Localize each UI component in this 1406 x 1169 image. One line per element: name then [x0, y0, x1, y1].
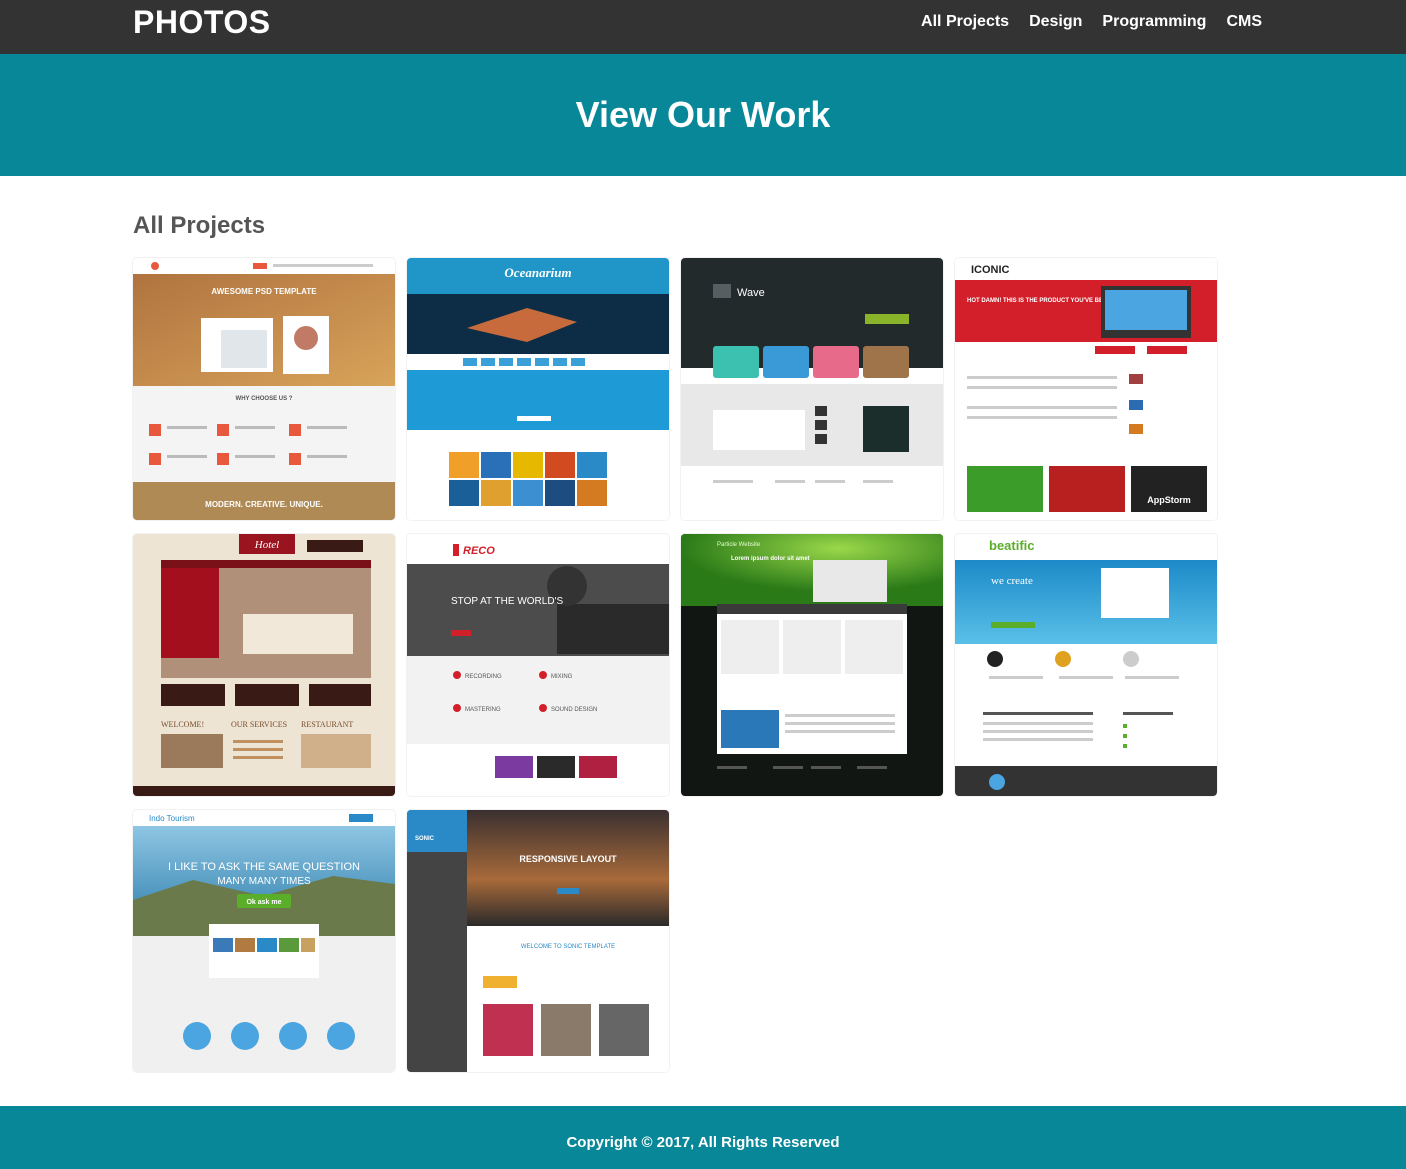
project-thumbnail-4[interactable]: ICONIC HOT DAMN! THIS IS THE PRODUCT YOU…: [955, 258, 1217, 520]
project-6-title: RECO: [463, 545, 495, 557]
project-1-subtitle: MODERN. CREATIVE. UNIQUE.: [205, 500, 323, 509]
hero-banner: View Our Work: [0, 54, 1406, 176]
project-3-title: Wave: [737, 287, 765, 299]
nav-link-all-projects[interactable]: All Projects: [921, 13, 1009, 31]
hero-title: View Our Work: [575, 94, 831, 135]
page-footer: Copyright © 2017, All Rights Reserved: [0, 1106, 1406, 1169]
project-5-section-3: RESTAURANT: [301, 720, 353, 729]
project-8-headline: we create: [991, 575, 1033, 587]
project-thumbnail-7[interactable]: Particle Website Lorem ipsum dolor sit a…: [681, 534, 943, 796]
project-10-subline: WELCOME TO SONIC TEMPLATE: [521, 944, 615, 950]
project-6-headline: STOP AT THE WORLD'S: [451, 596, 563, 607]
project-1-mid: WHY CHOOSE US ?: [236, 396, 293, 402]
project-thumbnail-5[interactable]: Hotel WELCOME! OUR SERVICES RESTAURANT: [133, 534, 395, 796]
project-9-title: Indo Tourism: [149, 814, 195, 823]
project-8-title: beatific: [989, 538, 1035, 553]
project-thumbnail-1[interactable]: AWESOME PSD TEMPLATE WHY CHOOSE US ? MOD…: [133, 258, 395, 520]
nav-link-cms[interactable]: CMS: [1226, 13, 1262, 31]
project-5-section-1: WELCOME!: [161, 720, 204, 729]
project-10-title: SONIC: [415, 836, 435, 842]
project-thumbnail-2[interactable]: Oceanarium: [407, 258, 669, 520]
project-6-item-1: RECORDING: [465, 674, 502, 680]
project-5-section-2: OUR SERVICES: [231, 720, 287, 729]
project-9-headline: I LIKE TO ASK THE SAME QUESTION: [168, 861, 360, 873]
project-thumbnail-3[interactable]: Wave: [681, 258, 943, 520]
top-navbar: PHOTOS All Projects Design Programming C…: [0, 0, 1406, 54]
project-6-item-4: SOUND DESIGN: [551, 707, 597, 713]
project-6-item-3: MASTERING: [465, 707, 501, 713]
project-5-title: Hotel: [254, 539, 279, 551]
project-4-title: ICONIC: [971, 264, 1010, 276]
project-1-title: AWESOME PSD TEMPLATE: [211, 287, 317, 296]
section-title: All Projects: [133, 212, 266, 239]
project-10-headline: RESPONSIVE LAYOUT: [519, 854, 617, 864]
project-6-item-2: MIXING: [551, 674, 573, 680]
project-4-brand: AppStorm: [1147, 495, 1191, 505]
nav-link-design[interactable]: Design: [1029, 13, 1082, 31]
main-nav: All Projects Design Programming CMS: [921, 13, 1262, 31]
site-logo[interactable]: PHOTOS: [133, 4, 271, 41]
project-thumbnail-8[interactable]: beatific we create: [955, 534, 1217, 796]
project-thumbnail-10[interactable]: SONIC RESPONSIVE LAYOUT WELCOME TO SONIC…: [407, 810, 669, 1072]
project-9-button: Ok ask me: [246, 899, 281, 906]
project-7-title: Particle Website: [717, 542, 761, 548]
project-7-headline: Lorem ipsum dolor sit amet: [731, 556, 810, 562]
footer-copyright: Copyright © 2017, All Rights Reserved: [566, 1134, 840, 1151]
nav-link-programming[interactable]: Programming: [1102, 13, 1206, 31]
project-9-subline: MANY MANY TIMES: [217, 876, 311, 887]
project-thumbnail-6[interactable]: RECO STOP AT THE WORLD'S RECORDING MIXIN…: [407, 534, 669, 796]
project-2-title: Oceanarium: [504, 265, 571, 280]
project-thumbnail-9[interactable]: Indo Tourism I LIKE TO ASK THE SAME QUES…: [133, 810, 395, 1072]
